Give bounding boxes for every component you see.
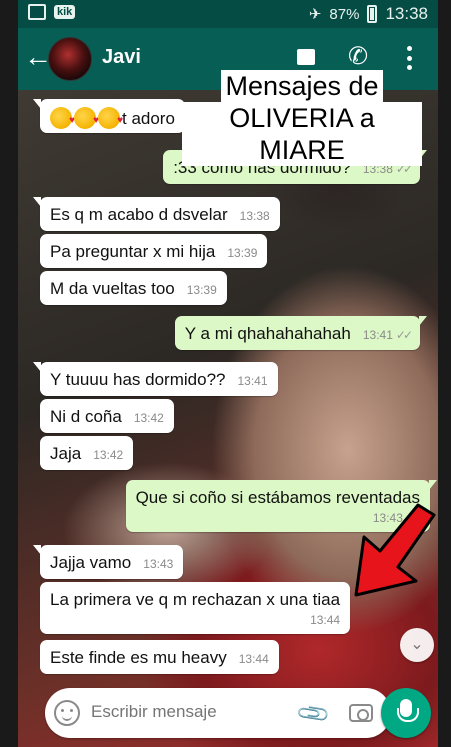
message-incoming[interactable]: Jajja vamo 13:43 bbox=[32, 545, 184, 579]
message-text: Pa preguntar x mi hija bbox=[50, 242, 216, 261]
video-call-icon[interactable] bbox=[297, 49, 315, 65]
battery-icon bbox=[367, 5, 378, 23]
overlay-caption: Mensajes de OLIVERIA a MIARE bbox=[182, 70, 422, 166]
message-text: Y a mi qhahahahahah bbox=[184, 324, 351, 343]
airplane-mode-icon: ✈ bbox=[308, 6, 322, 23]
message-incoming[interactable]: Pa preguntar x mi hija 13:39 bbox=[40, 234, 268, 268]
message-text: Este finde es mu heavy bbox=[50, 648, 227, 667]
message-text: t adoro bbox=[122, 109, 175, 128]
microphone-button[interactable] bbox=[381, 688, 431, 738]
message-incoming[interactable]: Y tuuuu has dormido?? 13:41 bbox=[33, 362, 278, 396]
message-time: 13:38 bbox=[239, 209, 270, 223]
message-text: La primera ve q m rechazan x una tiaa bbox=[50, 590, 341, 609]
scroll-to-bottom-button[interactable]: ⌄ bbox=[400, 628, 434, 662]
kissing-face-emoji-icon bbox=[74, 107, 99, 129]
clock: 13:38 bbox=[385, 4, 428, 23]
kik-notification-icon: kik bbox=[54, 5, 76, 19]
message-incoming[interactable]: Ni d coña 13:42 bbox=[40, 399, 174, 433]
message-input[interactable] bbox=[91, 702, 291, 722]
message-incoming[interactable]: Este finde es mu heavy 13:44 bbox=[40, 640, 279, 674]
message-time: 13:39 bbox=[227, 246, 258, 260]
battery-percent: 87% bbox=[329, 5, 360, 23]
message-text: M da vueltas too bbox=[50, 279, 175, 298]
message-time: 13:44 bbox=[238, 652, 269, 666]
phone-call-icon[interactable]: ✆ bbox=[348, 42, 368, 71]
message-incoming[interactable]: t adoro bbox=[33, 99, 185, 133]
back-arrow-icon[interactable]: ← bbox=[24, 42, 52, 72]
message-time: 13:41 bbox=[237, 374, 268, 388]
kissing-face-emoji-icon bbox=[98, 107, 123, 129]
more-options-icon[interactable] bbox=[406, 46, 412, 70]
caption-line-1: Mensajes de bbox=[221, 70, 383, 102]
gallery-notification-icon bbox=[28, 4, 46, 20]
message-incoming[interactable]: Jaja 13:42 bbox=[40, 436, 134, 470]
message-time: 13:44 bbox=[310, 613, 341, 627]
message-composer: 📎 bbox=[45, 688, 391, 738]
message-incoming[interactable]: La primera ve q m rechazan x una tiaa 13… bbox=[40, 582, 351, 634]
message-time: 13:39 bbox=[186, 283, 217, 297]
kissing-face-emoji-icon bbox=[50, 107, 75, 129]
camera-icon[interactable] bbox=[349, 704, 373, 722]
message-incoming[interactable]: M da vueltas too 13:39 bbox=[40, 271, 227, 305]
contact-avatar[interactable] bbox=[48, 37, 92, 81]
paperclip-icon[interactable]: 📎 bbox=[295, 695, 333, 733]
status-bar: kik ✈ 87% 13:38 bbox=[18, 0, 438, 28]
message-outgoing[interactable]: Y a mi qhahahahahah 13:41 ✓✓ bbox=[174, 316, 428, 350]
message-text: Jaja bbox=[50, 444, 82, 463]
chevron-down-icon: ⌄ bbox=[410, 636, 424, 653]
caption-line-2: OLIVERIA a MIARE bbox=[182, 102, 422, 166]
red-arrow-annotation bbox=[354, 503, 436, 597]
message-text: Jajja vamo bbox=[50, 553, 132, 572]
message-time: 13:41 bbox=[362, 328, 393, 342]
message-text: Ni d coña bbox=[50, 407, 122, 426]
message-text: Es q m acabo d dsvelar bbox=[50, 205, 228, 224]
message-incoming[interactable]: Es q m acabo d dsvelar 13:38 bbox=[33, 197, 280, 231]
message-time: 13:42 bbox=[93, 448, 124, 462]
message-time: 13:43 bbox=[143, 557, 174, 571]
message-time: 13:42 bbox=[133, 411, 164, 425]
emoji-icon[interactable] bbox=[54, 700, 80, 726]
message-text: Y tuuuu has dormido?? bbox=[50, 370, 226, 389]
contact-name[interactable]: Javi bbox=[102, 46, 141, 69]
double-check-icon: ✓✓ bbox=[395, 328, 413, 342]
